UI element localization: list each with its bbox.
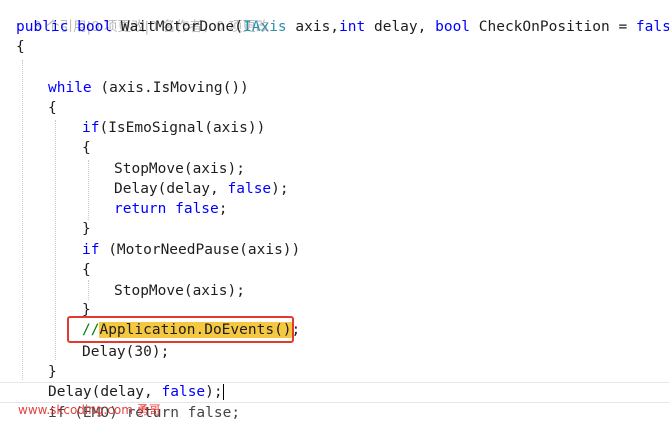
code-line-while[interactable]: while (axis.IsMoving()) <box>48 78 249 98</box>
method-name: WaitMotorDone( <box>120 19 243 35</box>
keyword-false: false <box>227 181 272 197</box>
keyword-return: return <box>114 201 167 217</box>
while-condition: (axis.IsMoving()) <box>91 80 249 96</box>
brace: { <box>82 140 91 156</box>
keyword-false: false <box>635 19 669 35</box>
delay-close: ); <box>271 181 289 197</box>
code-line-stopmove[interactable]: StopMove(axis); <box>114 281 245 301</box>
keyword-bool: bool <box>435 19 471 35</box>
code-line-final-delay[interactable]: Delay(delay, false); <box>48 382 224 402</box>
delay-call: Delay(delay, <box>114 181 228 197</box>
stopmove-call: StopMove(axis); <box>114 283 245 299</box>
semicolon: ; <box>218 201 228 217</box>
if-condition: (IsEmoSignal(axis)) <box>99 120 266 136</box>
brace: } <box>48 364 57 380</box>
keyword-if: if <box>82 120 100 136</box>
code-line-signature[interactable]: public bool WaitMotorDone(IAxis axis,int… <box>16 17 669 37</box>
stopmove-call: StopMove(axis); <box>114 161 245 177</box>
code-line-if-emo-close[interactable]: } <box>82 219 91 239</box>
keyword-if: if <box>82 242 100 258</box>
code-line-return[interactable]: return false; <box>114 199 228 219</box>
text-cursor <box>222 384 224 400</box>
code-line-if-emo[interactable]: if(IsEmoSignal(axis)) <box>82 118 265 138</box>
code-line-delay[interactable]: Delay(delay, false); <box>114 179 289 199</box>
param-delay: delay, <box>373 19 427 35</box>
keyword-false: false <box>161 384 206 400</box>
code-editor[interactable]: 3 个引用|0 项更改|0 名作者，0 项更改 public bool Wait… <box>0 0 669 435</box>
codelens-info[interactable]: 3 个引用|0 项更改|0 名作者，0 项更改 <box>16 0 269 35</box>
code-line-while-open[interactable]: { <box>48 98 57 118</box>
delay-call: Delay(delay, <box>48 384 162 400</box>
indent-guide <box>88 160 89 220</box>
type-iaxis: IAxis <box>243 19 287 35</box>
indent-guide <box>88 280 89 300</box>
annotation-box <box>67 316 294 343</box>
keyword-bool: bool <box>77 19 113 35</box>
param-checkonposition: CheckOnPosition = <box>478 19 636 35</box>
code-line-open-brace[interactable]: { <box>16 37 25 57</box>
keyword-public: public <box>16 19 69 35</box>
code-line-if-pause[interactable]: if (MotorNeedPause(axis)) <box>82 240 300 260</box>
keyword-false: false <box>166 201 219 217</box>
brace: } <box>82 221 91 237</box>
code-line-delay30[interactable]: Delay(30); <box>82 342 169 362</box>
param-axis: axis, <box>295 19 340 35</box>
code-line-if-pause-open[interactable]: { <box>82 260 91 280</box>
keyword-int: int <box>339 19 366 35</box>
indent-guide <box>55 120 56 360</box>
code-line-stopmove[interactable]: StopMove(axis); <box>114 159 245 179</box>
if-condition: (MotorNeedPause(axis)) <box>99 242 301 258</box>
watermark-text: www.skcoding.com 勇哥 <box>18 403 161 417</box>
keyword-while: while <box>48 80 92 96</box>
code-line-if-emo-open[interactable]: { <box>82 138 91 158</box>
code-line-while-close[interactable]: } <box>48 362 57 382</box>
brace: { <box>16 39 25 55</box>
delay-close: ); <box>205 384 223 400</box>
watermark: www.skcoding.com 勇哥 <box>18 401 161 418</box>
brace: { <box>82 262 91 278</box>
indent-guide <box>22 60 23 380</box>
delay30-call: Delay(30); <box>82 344 170 360</box>
brace: { <box>48 100 57 116</box>
